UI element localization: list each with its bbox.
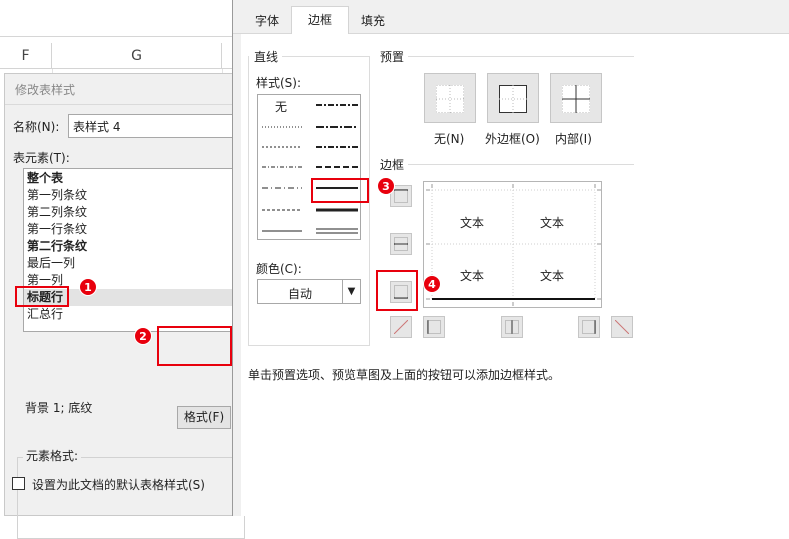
- preview-cell-1: 文本: [460, 216, 485, 230]
- default-style-checkbox[interactable]: [12, 477, 25, 490]
- preset-section-label: 预置: [380, 50, 405, 64]
- preview-grid: [426, 184, 601, 306]
- annotation-box-3: [311, 178, 369, 203]
- list-item-first-column-stripe[interactable]: 第一列条纹: [24, 187, 244, 204]
- tab-fill[interactable]: 填充: [349, 8, 397, 34]
- border-top-icon: [394, 189, 408, 203]
- preset-inside-icon: [562, 85, 590, 113]
- list-item-second-row-stripe[interactable]: 第二行条纹: [24, 238, 244, 255]
- table-elements-list[interactable]: 整个表 第一列条纹 第二列条纹 第一行条纹 第二行条纹 最后一列 第一列 标题行…: [23, 168, 245, 332]
- hint-text: 单击预置选项、预览草图及上面的按钮可以添加边框样式。: [248, 368, 561, 382]
- annotation-badge-2: 2: [134, 327, 152, 345]
- border-diagonal-up-icon: [394, 320, 408, 334]
- list-item-whole-table[interactable]: 整个表: [24, 170, 244, 187]
- border-inside-horizontal-icon: [394, 237, 408, 251]
- style-name-value: 表样式 4: [73, 120, 121, 134]
- element-format-label: 元素格式:: [23, 447, 82, 464]
- column-header-f[interactable]: F: [0, 43, 52, 69]
- right-border-button[interactable]: [578, 316, 600, 338]
- line-style-samples[interactable]: [258, 95, 362, 241]
- chevron-down-icon[interactable]: ▼: [342, 280, 360, 303]
- border-inside-vertical-icon: [505, 320, 519, 334]
- excel-formula-area: [0, 0, 240, 37]
- inside-vertical-border-button[interactable]: [501, 316, 523, 338]
- left-border-button[interactable]: [423, 316, 445, 338]
- preset-outline-label[interactable]: 外边框(O): [485, 130, 540, 147]
- diagonal-down-border-button[interactable]: [611, 316, 633, 338]
- tab-border[interactable]: 边框: [291, 6, 349, 35]
- element-format-value: 背景 1; 底纹: [25, 401, 93, 415]
- tab-bar: 字体 边框 填充: [233, 0, 789, 35]
- preset-inside-button[interactable]: [550, 73, 602, 123]
- list-item-last-column[interactable]: 最后一列: [24, 255, 244, 272]
- border-diagonal-down-icon: [615, 320, 629, 334]
- preview-cell-3: 文本: [460, 269, 485, 283]
- annotation-badge-3: 3: [377, 177, 395, 195]
- border-preview[interactable]: 文本 文本 文本 文本: [423, 181, 602, 308]
- border-left-icon: [427, 320, 441, 334]
- preset-outline-icon: [499, 85, 527, 113]
- preview-cell-4: 文本: [540, 269, 565, 283]
- element-format-group: [17, 457, 245, 539]
- border-right-icon: [582, 320, 596, 334]
- excel-column-header: F G: [0, 43, 240, 69]
- tab-font[interactable]: 字体: [243, 8, 291, 34]
- color-value: 自动: [288, 287, 313, 301]
- column-header-g[interactable]: G: [52, 43, 222, 69]
- table-elements-label: 表元素(T):: [13, 151, 70, 165]
- dialog-title: 修改表样式: [15, 83, 76, 97]
- default-style-label[interactable]: 设置为此文档的默认表格样式(S): [32, 476, 205, 493]
- annotation-box-1: [15, 286, 69, 307]
- preset-none-label[interactable]: 无(N): [434, 130, 464, 147]
- color-label: 颜色(C):: [256, 262, 302, 276]
- preset-outline-button[interactable]: [487, 73, 539, 123]
- annotation-box-2: [157, 326, 232, 366]
- list-item-first-row-stripe[interactable]: 第一行条纹: [24, 221, 244, 238]
- style-label: 样式(S):: [256, 76, 302, 90]
- preview-cell-2: 文本: [540, 216, 565, 230]
- preset-none-button[interactable]: [424, 73, 476, 123]
- list-item-second-column-stripe[interactable]: 第二列条纹: [24, 204, 244, 221]
- list-item-total-row[interactable]: 汇总行: [24, 306, 244, 323]
- color-select[interactable]: 自动 ▼: [257, 279, 361, 304]
- diagonal-up-border-button[interactable]: [390, 316, 412, 338]
- format-button[interactable]: 格式(F): [177, 406, 231, 429]
- preset-inside-label[interactable]: 内部(I): [555, 130, 592, 147]
- inside-horizontal-border-button[interactable]: [390, 233, 412, 255]
- border-section-label: 边框: [380, 158, 405, 172]
- annotation-box-4: [376, 270, 418, 311]
- style-name-input[interactable]: 表样式 4: [68, 114, 243, 138]
- preset-none-icon: [436, 85, 464, 113]
- annotation-badge-1: 1: [79, 278, 97, 296]
- line-style-list[interactable]: 无: [257, 94, 361, 240]
- annotation-badge-4: 4: [423, 275, 441, 293]
- name-label: 名称(N):: [13, 120, 60, 134]
